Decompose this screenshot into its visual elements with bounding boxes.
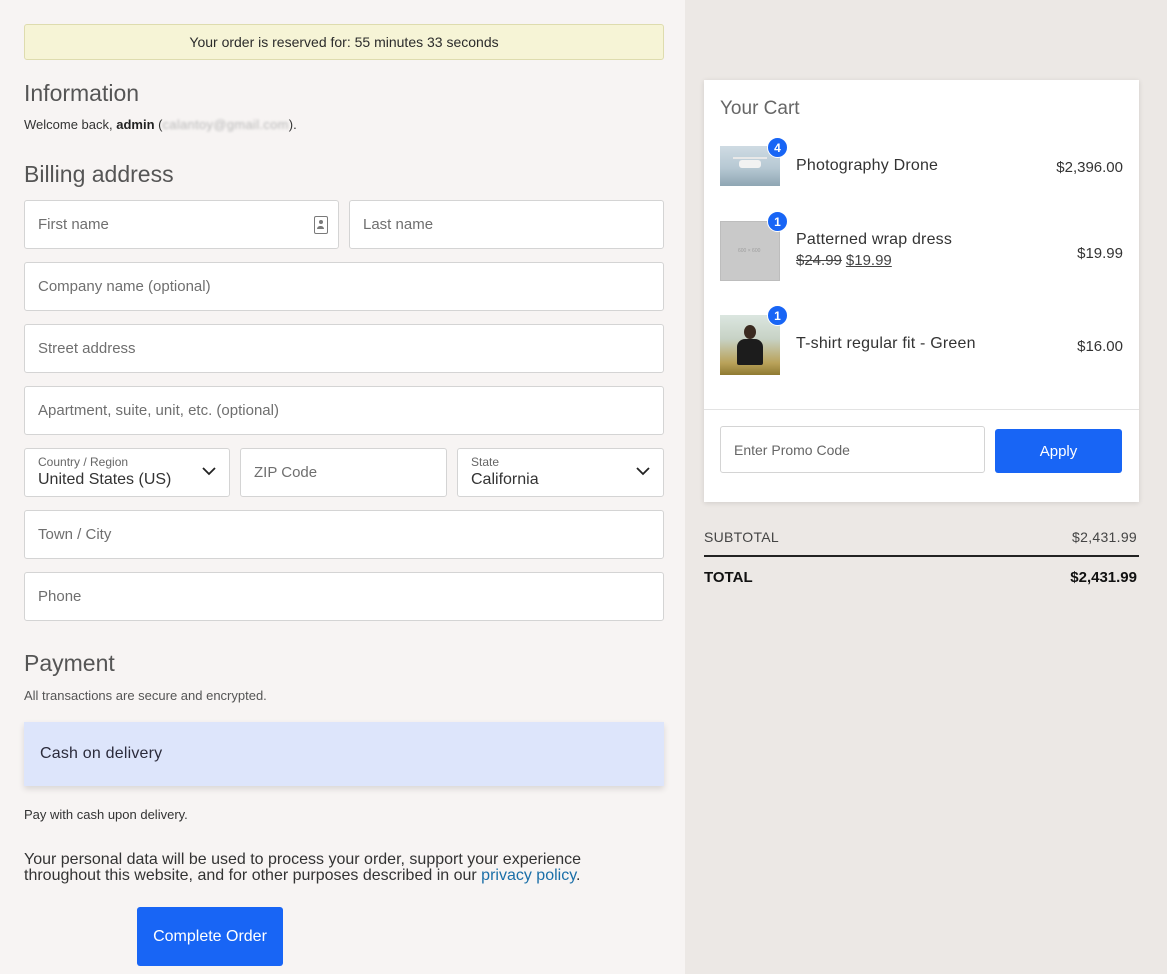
payment-option-cod[interactable]: Cash on delivery xyxy=(24,722,664,786)
privacy-notice: Your personal data will be used to proce… xyxy=(24,851,582,884)
promo-code-field[interactable] xyxy=(720,426,985,473)
payment-method-note: Pay with cash upon delivery. xyxy=(24,807,188,822)
cart-item: 1 T-shirt regular fit - Green $16.00 xyxy=(720,305,1123,375)
total-label: TOTAL xyxy=(704,569,753,586)
street-input[interactable] xyxy=(38,340,650,357)
item-name[interactable]: Photography Drone xyxy=(796,157,938,175)
item-prices: $24.99 $19.99 xyxy=(796,252,892,269)
information-heading: Information xyxy=(24,80,140,106)
promo-code-input[interactable] xyxy=(734,441,971,458)
welcome-text: Welcome back, admin (calantoy@gmail.com)… xyxy=(24,117,297,132)
cart-item: 600 × 600 1 Patterned wrap dress $24.99 $… xyxy=(720,211,1123,281)
cart-divider xyxy=(704,409,1139,410)
payment-heading: Payment xyxy=(24,650,115,676)
country-select[interactable]: Country / Region United States (US) xyxy=(24,448,230,497)
email-blurred: calantoy@gmail.com xyxy=(162,117,289,132)
apartment-field[interactable] xyxy=(24,386,664,435)
chevron-down-icon xyxy=(636,467,650,476)
first-name-input[interactable] xyxy=(38,216,325,233)
total-value: $2,431.99 xyxy=(1070,569,1137,586)
complete-order-button[interactable]: Complete Order xyxy=(137,907,283,966)
item-total: $16.00 xyxy=(1077,338,1123,355)
chevron-down-icon xyxy=(202,467,216,476)
contact-card-icon[interactable] xyxy=(314,216,328,234)
item-name[interactable]: Patterned wrap dress xyxy=(796,231,952,249)
subtotal-value: $2,431.99 xyxy=(1072,529,1137,545)
reservation-text: Your order is reserved for: xyxy=(189,34,351,50)
payment-method-label: Cash on delivery xyxy=(40,745,163,762)
quantity-badge: 1 xyxy=(767,305,788,326)
checkout-form-panel: Your order is reserved for: 55 minutes 3… xyxy=(0,0,685,974)
country-value: United States (US) xyxy=(38,471,172,488)
cart-item: 4 Photography Drone $2,396.00 xyxy=(720,137,1123,200)
zip-field[interactable] xyxy=(240,448,447,497)
apartment-input[interactable] xyxy=(38,402,650,419)
placeholder-size-text: 600 × 600 xyxy=(738,248,761,254)
item-name[interactable]: T-shirt regular fit - Green xyxy=(796,335,976,353)
secure-note: All transactions are secure and encrypte… xyxy=(24,688,267,703)
reservation-banner: Your order is reserved for: 55 minutes 3… xyxy=(24,24,664,60)
old-price: $24.99 xyxy=(796,252,842,269)
billing-heading: Billing address xyxy=(24,161,174,187)
quantity-badge: 4 xyxy=(767,137,788,158)
last-name-input[interactable] xyxy=(363,216,650,233)
item-total: $19.99 xyxy=(1077,245,1123,262)
company-input[interactable] xyxy=(38,278,650,295)
phone-input[interactable] xyxy=(38,588,650,605)
city-field[interactable] xyxy=(24,510,664,559)
state-label: State xyxy=(471,455,500,469)
quantity-badge: 1 xyxy=(767,211,788,232)
subtotal-label: SUBTOTAL xyxy=(704,529,780,545)
sale-price: $19.99 xyxy=(845,252,892,269)
country-label: Country / Region xyxy=(38,455,129,469)
privacy-policy-link[interactable]: privacy policy xyxy=(481,867,576,884)
apply-promo-button[interactable]: Apply xyxy=(995,429,1122,473)
company-field[interactable] xyxy=(24,262,664,311)
total-row: TOTAL $2,431.99 xyxy=(704,569,1139,586)
subtotal-row: SUBTOTAL $2,431.99 xyxy=(704,529,1139,545)
username: admin xyxy=(116,117,155,132)
zip-input[interactable] xyxy=(254,464,433,481)
street-field[interactable] xyxy=(24,324,664,373)
summary-divider xyxy=(704,555,1139,557)
state-select[interactable]: State California xyxy=(457,448,664,497)
cart-card: Your Cart 4 Photography Drone $2,396.00 … xyxy=(704,80,1139,502)
first-name-field[interactable] xyxy=(24,200,339,249)
city-input[interactable] xyxy=(38,526,650,543)
cart-title: Your Cart xyxy=(720,98,800,119)
reservation-timer: 55 minutes 33 seconds xyxy=(354,34,499,50)
last-name-field[interactable] xyxy=(349,200,664,249)
state-value: California xyxy=(471,471,539,488)
phone-field[interactable] xyxy=(24,572,664,621)
item-total: $2,396.00 xyxy=(1056,159,1123,176)
